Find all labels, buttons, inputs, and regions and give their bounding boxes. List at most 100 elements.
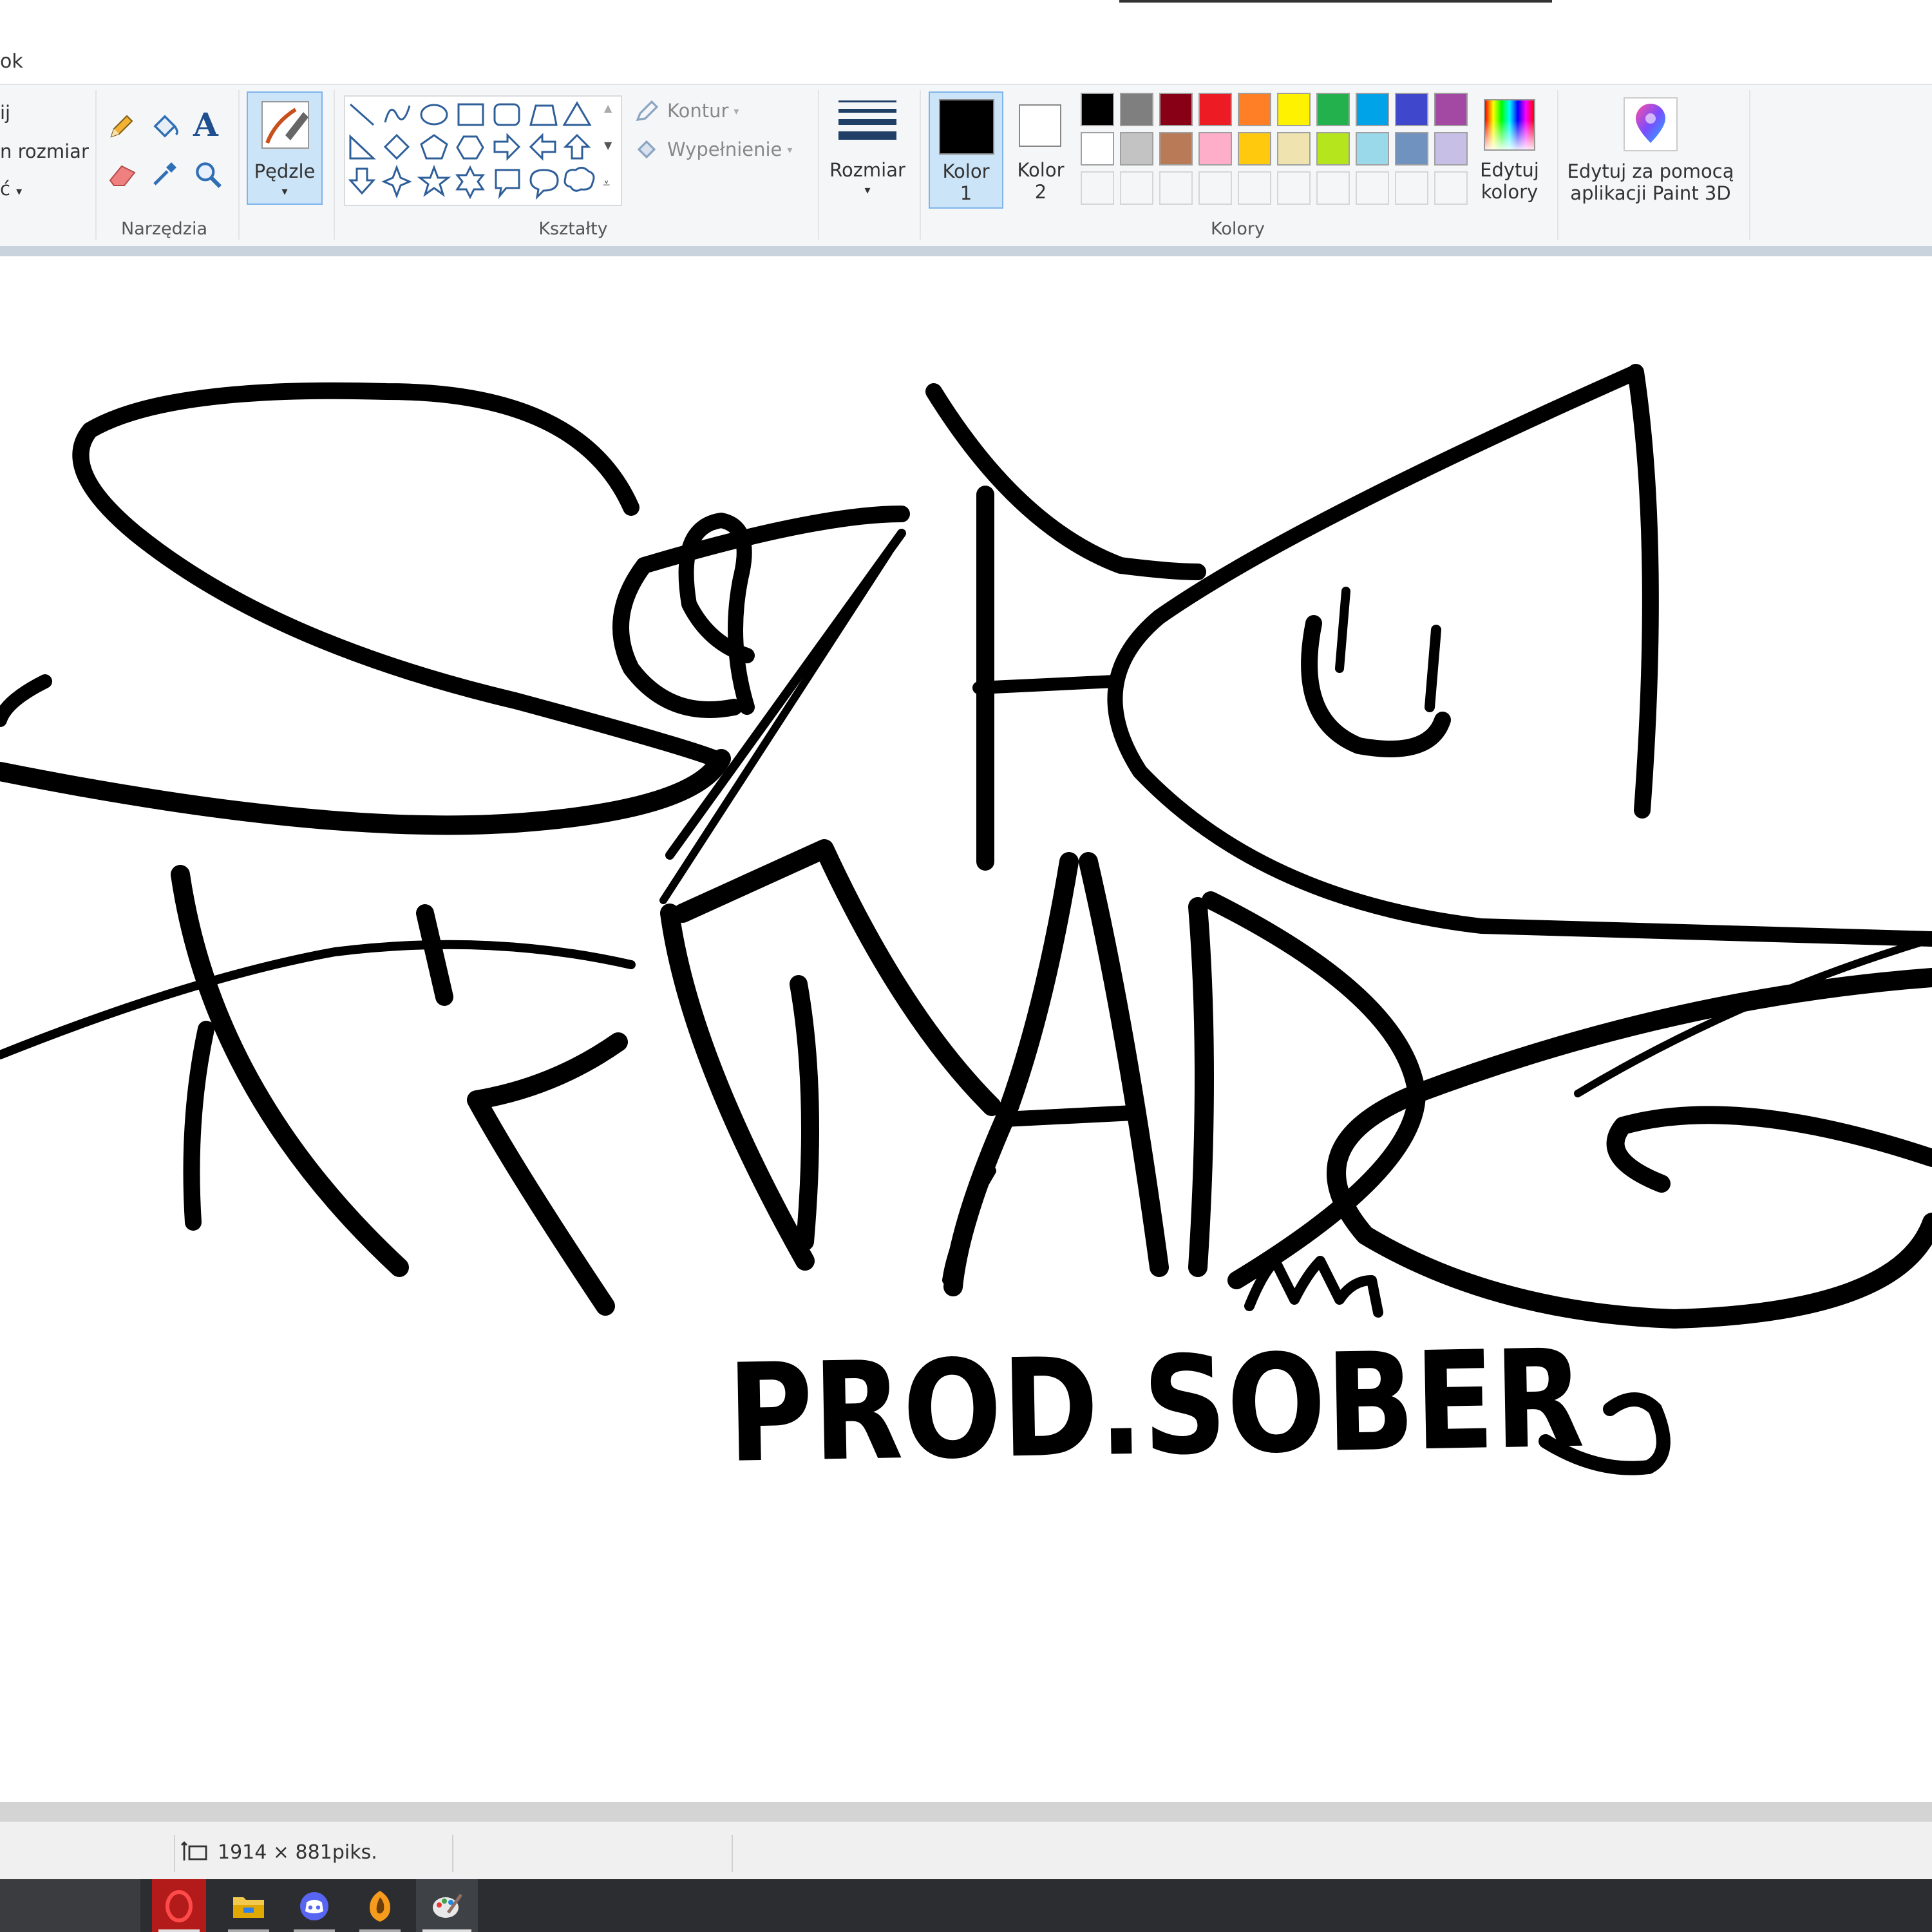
taskbar-search-area[interactable] [0,1879,140,1932]
rotate-button[interactable]: ć ▾ [0,178,22,200]
text-icon[interactable]: A [193,106,218,144]
window-top-edge [1119,0,1552,3]
palette-custom-slot[interactable] [1081,171,1114,205]
color1-button[interactable]: Kolor 1 [929,91,1003,209]
colors-group-label: Kolory [1211,219,1265,239]
fill-bucket-icon[interactable] [148,109,182,143]
brushes-button[interactable]: Pędzle ▾ [247,91,323,205]
palette-custom-slot[interactable] [1238,171,1271,205]
tools-group-label: Narzędzia [121,219,207,239]
stroke-letter-d-bowl [1202,891,1426,1289]
fill-bucket-icon [637,140,656,159]
palette-swatch[interactable] [1434,93,1468,126]
paint-icon [433,1893,463,1918]
palette-swatch[interactable] [1081,93,1114,126]
taskbar-app-discord[interactable] [287,1879,341,1932]
gallery-scroll-down-icon[interactable]: ▼ [604,139,612,151]
status-bar: 1914 × 881piks. [0,1821,1932,1879]
taskbar-app-fl-studio[interactable] [353,1879,407,1932]
edit-colors-button[interactable]: Edytuj kolory [1475,91,1544,209]
eraser-icon[interactable] [106,160,140,188]
outline-button[interactable]: Kontur ▾ [634,98,739,124]
shapes-group-label: Kształty [538,219,608,239]
palette-custom-slot[interactable] [1159,171,1193,205]
stroke-letter-d-stem [1188,897,1214,1277]
stroke-small-m [1244,1256,1383,1318]
color2-swatch [1019,104,1061,147]
color-spectrum-icon [1484,99,1535,151]
triangle-shape-icon [562,101,592,126]
palette-swatch[interactable] [1198,132,1232,166]
palette-swatch[interactable] [1120,132,1153,166]
shapes-gallery[interactable]: ▲ ▼ ⩡ [344,95,622,206]
palette-swatch[interactable] [1238,132,1271,166]
stroke-letter-k-arm [416,904,453,1006]
palette-swatch[interactable] [1277,93,1311,126]
palette-custom-slot[interactable] [1198,171,1232,205]
color-palette [1081,93,1473,209]
gallery-expand-icon[interactable]: ⩡ [603,175,610,191]
fill-button[interactable]: Wypełnienie ▾ [634,137,792,162]
stroke-letter-n-mid [790,975,819,1251]
stroke-face-eye-1 [1335,587,1350,673]
oval-shape-icon [420,104,448,126]
outline-pencil-icon [636,100,659,122]
status-separator [174,1835,175,1872]
palette-swatch[interactable] [1159,132,1193,166]
pencil-icon[interactable] [106,111,137,142]
resize-label: n [0,140,18,162]
palette-swatch[interactable] [1395,132,1428,166]
palette-swatch[interactable] [1316,93,1350,126]
crop-button[interactable]: ij [0,102,10,124]
stroke-loop-inner [1606,1106,1932,1193]
cloud-callout-icon [564,167,595,192]
resize-button[interactable]: n rozmiar [0,140,89,162]
ribbon-bottom-border [0,246,1932,256]
six-point-star-icon [455,165,486,200]
palette-custom-slot[interactable] [1395,171,1428,205]
size-button[interactable]: Rozmiar ▾ [826,91,909,207]
palette-swatch[interactable] [1434,132,1468,166]
palette-custom-slot[interactable] [1277,171,1311,205]
taskbar-app-explorer[interactable] [222,1879,276,1932]
palette-swatch[interactable] [1277,132,1311,166]
palette-swatch[interactable] [1120,93,1153,126]
color-picker-icon[interactable] [149,158,180,189]
oval-callout-icon [529,169,559,200]
discord-icon [300,1892,328,1920]
palette-custom-slot[interactable] [1120,171,1153,205]
menu-tab-view[interactable]: ok [0,50,23,73]
palette-swatch[interactable] [1395,93,1428,126]
stroke-loop-bottom [0,749,731,835]
outline-label: Kontur [667,100,729,122]
shape-icons [348,101,595,200]
taskbar-app-opera[interactable] [152,1879,206,1932]
palette-swatch[interactable] [1081,132,1114,166]
color1-swatch [939,99,994,155]
stroke-face-eye-2 [1425,625,1441,712]
chevron-down-icon: ▾ [281,185,288,198]
palette-custom-slot[interactable] [1316,171,1350,205]
horizontal-scrollbar[interactable] [0,1802,1932,1821]
color2-button[interactable]: Kolor 2 [1003,91,1078,209]
palette-swatch[interactable] [1356,93,1389,126]
palette-swatch[interactable] [1316,132,1350,166]
palette-custom-slot[interactable] [1434,171,1468,205]
paint3d-icon [1624,97,1678,151]
edit-with-paint3d-button[interactable]: Edytuj za pomocą aplikacji Paint 3D [1564,91,1738,214]
palette-swatch[interactable] [1356,132,1389,166]
status-separator [452,1835,453,1872]
separator [95,90,97,240]
size-label: Rozmiar [829,159,905,181]
palette-swatch[interactable] [1159,93,1193,126]
separator [238,90,240,240]
palette-swatch[interactable] [1238,93,1271,126]
taskbar-app-paint[interactable] [416,1879,478,1932]
magnifier-icon[interactable] [192,158,224,191]
palette-custom-slot[interactable] [1356,171,1389,205]
stroke-face-right [1627,364,1659,819]
gallery-scroll-up-icon[interactable]: ▲ [604,102,612,114]
palette-swatch[interactable] [1198,93,1232,126]
color2-label-number: 2 [1034,181,1047,203]
drawing-canvas[interactable]: PROD.SOBER [0,256,1932,1802]
